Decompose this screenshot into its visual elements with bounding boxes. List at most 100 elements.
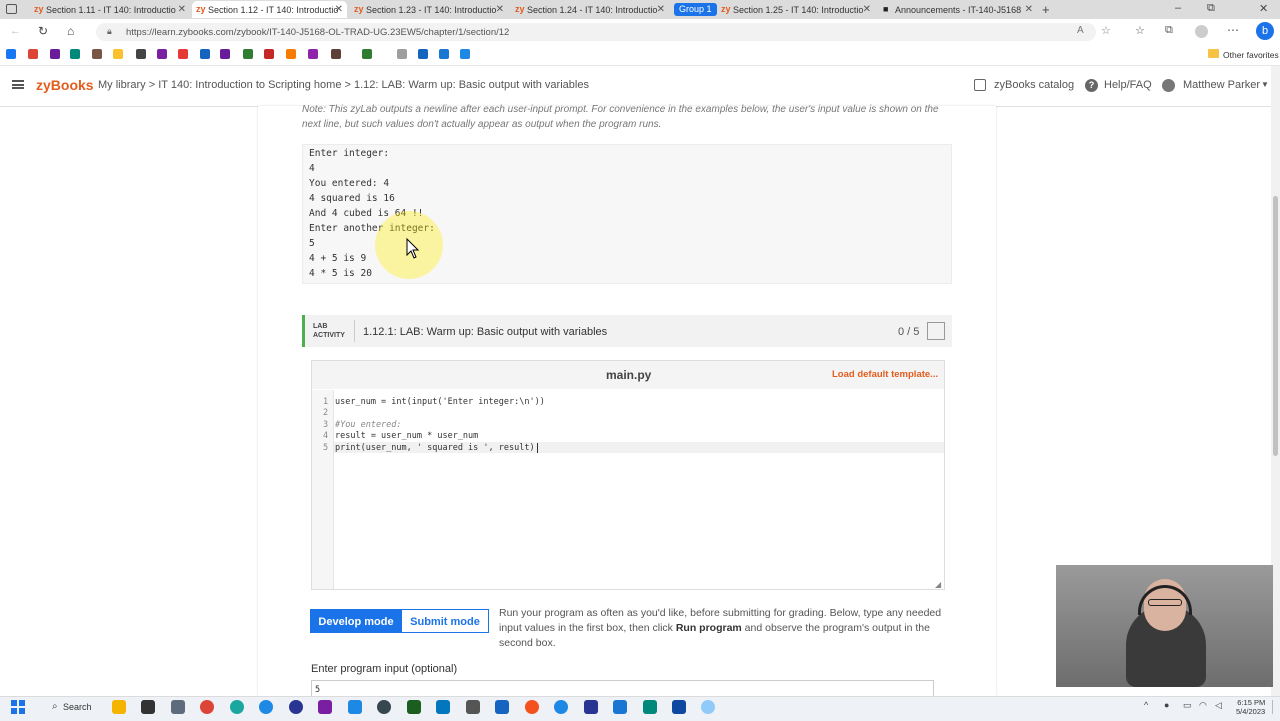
resize-handle-icon[interactable]: ◢ — [935, 580, 941, 589]
favorite-icon[interactable] — [200, 49, 210, 59]
favorite-icon[interactable] — [50, 49, 60, 59]
chrome-icon[interactable] — [200, 700, 214, 714]
favorite-icon[interactable] — [439, 49, 449, 59]
submit-mode-button[interactable]: Submit mode — [401, 609, 489, 633]
visual-studio-icon[interactable] — [318, 700, 332, 714]
code-line[interactable]: #You entered: — [335, 420, 402, 430]
tab-actions-icon[interactable] — [6, 4, 17, 14]
close-icon[interactable]: ✕ — [1025, 4, 1033, 15]
new-tab-icon[interactable]: + — [1042, 2, 1050, 17]
more-menu-icon[interactable]: ⋯ — [1227, 23, 1239, 37]
favorite-icon[interactable] — [70, 49, 80, 59]
url-text[interactable]: https://learn.zybooks.com/zybook/IT-140-… — [126, 27, 509, 38]
favorite-icon[interactable] — [113, 49, 123, 59]
clock[interactable]: 6:15 PM 5/4/2023 — [1236, 698, 1265, 716]
home-icon[interactable]: ⌂ — [67, 24, 74, 38]
show-desktop-button[interactable] — [1272, 700, 1279, 714]
program-input-field[interactable]: 5 — [311, 680, 934, 696]
tab-section-1-11[interactable]: zy Section 1.11 - IT 140: Introductio ✕ — [30, 1, 190, 18]
favorite-icon[interactable] — [418, 49, 428, 59]
tab-section-1-24[interactable]: zy Section 1.24 - IT 140: Introductio ✕ — [511, 1, 669, 18]
vscode-icon[interactable] — [348, 700, 362, 714]
back-icon[interactable]: ← — [10, 25, 21, 37]
app-icon[interactable] — [584, 700, 598, 714]
zybooks-catalog-link[interactable]: zyBooks catalog — [994, 79, 1074, 91]
code-editor[interactable] — [311, 360, 945, 590]
recording-icon[interactable] — [701, 700, 715, 714]
favorite-icon[interactable] — [6, 49, 16, 59]
restore-icon[interactable]: ⧉ — [1207, 2, 1215, 15]
app-icon[interactable] — [377, 700, 391, 714]
app-icon[interactable] — [171, 700, 185, 714]
read-aloud-icon[interactable]: A — [1077, 25, 1084, 36]
windows-start-icon[interactable] — [11, 700, 25, 714]
pycharm-icon[interactable] — [407, 700, 421, 714]
close-icon[interactable]: ✕ — [178, 4, 186, 15]
profile-avatar[interactable] — [1195, 25, 1208, 38]
favorite-icon[interactable] — [362, 49, 372, 59]
window-close-icon[interactable]: ✕ — [1259, 2, 1268, 15]
collections-icon[interactable]: ⧉ — [1165, 24, 1173, 37]
favorite-icon[interactable] — [92, 49, 102, 59]
chevron-down-icon[interactable]: ▼ — [1261, 80, 1269, 89]
bing-icon[interactable]: b — [1256, 22, 1274, 40]
app-icon[interactable] — [466, 700, 480, 714]
minimize-icon[interactable]: – — [1175, 2, 1181, 14]
app-icon[interactable] — [643, 700, 657, 714]
load-default-template-link[interactable]: Load default template... — [832, 369, 938, 380]
user-menu[interactable]: Matthew Parker — [1183, 79, 1260, 91]
code-line[interactable]: print(user_num, ' squared is ', result) — [335, 443, 535, 453]
hamburger-menu-icon[interactable] — [12, 80, 24, 89]
display-icon[interactable]: ▭ — [1183, 700, 1192, 711]
breadcrumb[interactable]: My library > IT 140: Introduction to Scr… — [98, 79, 589, 91]
tab-announcements[interactable]: ■ Announcements - IT-140-J5168 ✕ — [879, 1, 1037, 18]
close-icon[interactable]: ✕ — [335, 4, 343, 15]
code-line[interactable]: user_num = int(input('Enter integer:\n')… — [335, 397, 545, 407]
search-icon[interactable]: ⌕ — [52, 701, 58, 712]
favorite-icon[interactable] — [286, 49, 296, 59]
app-icon[interactable] — [495, 700, 509, 714]
chevron-up-icon[interactable]: ^ — [1144, 700, 1148, 710]
favorite-icon[interactable] — [308, 49, 318, 59]
app-icon[interactable] — [436, 700, 450, 714]
scrollbar-thumb[interactable] — [1273, 196, 1278, 456]
refresh-icon[interactable]: ↻ — [38, 24, 48, 38]
wifi-icon[interactable]: ◠ — [1199, 700, 1207, 711]
develop-mode-button[interactable]: Develop mode — [310, 609, 402, 633]
close-icon[interactable]: ✕ — [496, 4, 504, 15]
other-favorites-link[interactable]: Other favorites — [1223, 50, 1279, 60]
tab-section-1-25[interactable]: zy Section 1.25 - IT 140: Introductio ✕ — [717, 1, 875, 18]
taskbar-search[interactable]: Search — [63, 702, 92, 712]
tab-section-1-23[interactable]: zy Section 1.23 - IT 140: Introductio ✕ — [350, 1, 508, 18]
app-icon[interactable] — [525, 700, 539, 714]
favorite-icon[interactable] — [243, 49, 253, 59]
favorite-icon[interactable] — [460, 49, 470, 59]
app-icon[interactable] — [613, 700, 627, 714]
app-icon[interactable] — [289, 700, 303, 714]
file-explorer-icon[interactable] — [112, 700, 126, 714]
edge-icon[interactable] — [230, 700, 244, 714]
skype-icon[interactable] — [259, 700, 273, 714]
favorite-icon[interactable] — [136, 49, 146, 59]
code-line[interactable]: result = user_num * user_num — [335, 431, 478, 441]
terminal-icon[interactable] — [141, 700, 155, 714]
help-faq-link[interactable]: Help/FAQ — [1104, 79, 1152, 91]
microphone-icon[interactable]: ● — [1164, 700, 1169, 710]
close-icon[interactable]: ✕ — [863, 4, 871, 15]
close-icon[interactable]: ✕ — [657, 4, 665, 15]
favorite-icon[interactable] — [397, 49, 407, 59]
volume-icon[interactable]: ◁ — [1215, 700, 1222, 711]
zybooks-logo[interactable]: zyBooks — [36, 77, 94, 93]
favorite-icon[interactable] — [157, 49, 167, 59]
tab-group-chip[interactable]: Group 1 — [674, 3, 717, 16]
app-icon[interactable] — [672, 700, 686, 714]
maps-icon[interactable] — [554, 700, 568, 714]
favorite-icon[interactable] — [220, 49, 230, 59]
favorite-icon[interactable] — [264, 49, 274, 59]
tab-section-1-12[interactable]: zy Section 1.12 - IT 140: Introductio ✕ — [192, 1, 347, 18]
favorites-icon[interactable]: ☆ — [1135, 24, 1145, 37]
favorite-icon[interactable] — [28, 49, 38, 59]
lock-icon[interactable]: 🔒︎ — [107, 26, 112, 37]
favorite-icon[interactable] — [178, 49, 188, 59]
favorite-icon[interactable] — [331, 49, 341, 59]
